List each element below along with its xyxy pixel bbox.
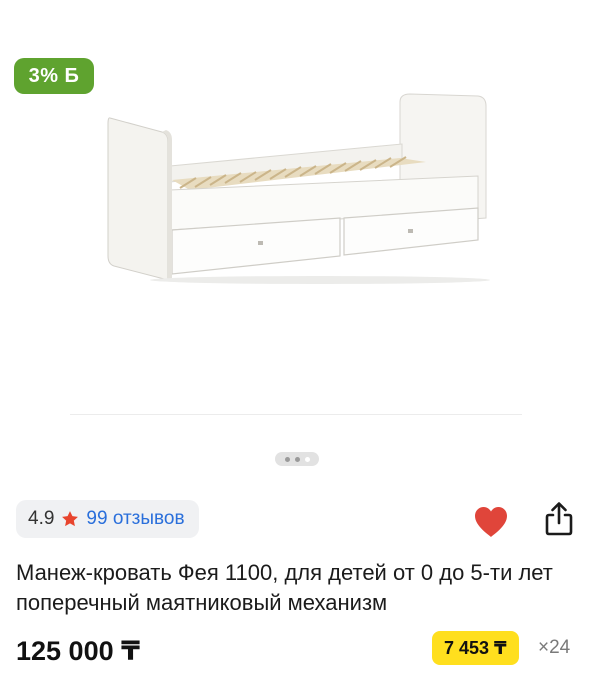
heart-icon[interactable] <box>472 505 510 539</box>
star-icon <box>62 511 79 527</box>
bonus-badge: 3% Б <box>14 58 94 94</box>
reviews-link[interactable]: 99 отзывов <box>86 508 184 530</box>
gallery-pager[interactable] <box>275 452 319 466</box>
rating-value: 4.9 <box>28 508 55 529</box>
installment-months: ×24 <box>538 637 571 658</box>
product-image[interactable] <box>100 90 500 290</box>
product-price: 125 000 ₸ <box>16 636 140 666</box>
share-icon[interactable] <box>540 500 578 538</box>
rating-chip[interactable]: 4.9 99 отзывов <box>16 500 199 538</box>
pager-dot[interactable] <box>294 456 300 462</box>
pager-dot-active[interactable] <box>304 456 310 462</box>
pager-dot[interactable] <box>284 456 290 462</box>
image-divider <box>70 414 522 415</box>
installment-badge[interactable]: 7 453 ₸ <box>432 631 519 665</box>
product-title: Манеж-кровать Фея 1100, для детей от 0 д… <box>16 560 553 615</box>
product-gallery[interactable]: 3% Б <box>0 0 601 480</box>
